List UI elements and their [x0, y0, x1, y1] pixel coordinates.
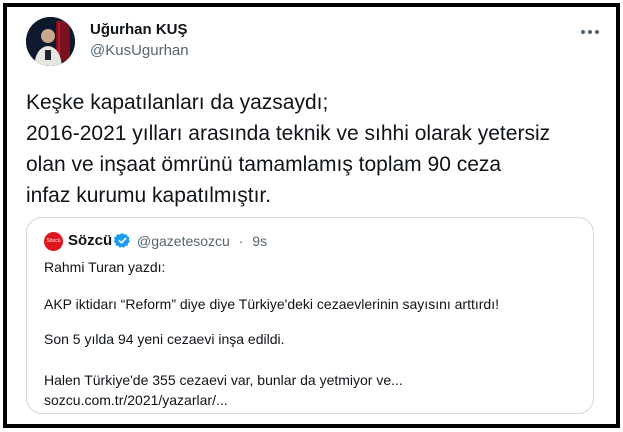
sozcu-logo: Sözcü	[44, 232, 63, 251]
separator-dot: ·	[238, 233, 244, 249]
tweet-text-line: infaz kurumu kapatılmıştır.	[26, 184, 272, 207]
tweet-text-line: Keşke kapatılanları da yazsaydı;	[26, 91, 329, 114]
screenshot-frame: Uğurhan KUŞ @KusUgurhan Keşke kapatılanl…	[3, 3, 620, 428]
avatar-image	[26, 17, 75, 66]
quoted-text-line: AKP iktidarı “Reform” diye diye Türkiye'…	[44, 296, 499, 312]
quoted-tweet[interactable]: Sözcü Sözcü @gazetesozcu · 9s Rahmi Tura…	[26, 217, 594, 414]
quoted-text-line: Halen Türkiye'de 355 cezaevi var, bunlar…	[44, 372, 403, 388]
quoted-text-line: Son 5 yılda 94 yeni cezaevi inşa edildi.	[44, 331, 285, 347]
quoted-author-handle[interactable]: @gazetesozcu	[137, 233, 230, 249]
sozcu-logo-text: Sözcü	[46, 238, 61, 244]
more-dots-icon[interactable]	[577, 23, 603, 41]
author-name[interactable]: Uğurhan KUŞ	[90, 21, 188, 38]
tweet[interactable]: Uğurhan KUŞ @KusUgurhan Keşke kapatılanl…	[7, 7, 616, 424]
avatar[interactable]	[26, 17, 75, 66]
quoted-meta: @gazetesozcu · 9s	[137, 233, 267, 249]
tweet-text-line: 2016-2021 yılları arasında teknik ve sıh…	[26, 122, 551, 145]
quoted-author-name[interactable]: Sözcü	[68, 232, 112, 249]
tweet-text: Keşke kapatılanları da yazsaydı; 2016-20…	[26, 87, 611, 211]
quoted-time[interactable]: 9s	[252, 233, 267, 249]
tweet-text-line: olan ve inşaat ömrünü tamamlamış toplam …	[26, 153, 502, 176]
quoted-text-line: Rahmi Turan yazdı:	[44, 259, 166, 275]
quoted-link[interactable]: sozcu.com.tr/2021/yazarlar/...	[44, 392, 228, 408]
verified-badge-icon	[113, 232, 131, 249]
author-handle[interactable]: @KusUgurhan	[90, 42, 189, 59]
